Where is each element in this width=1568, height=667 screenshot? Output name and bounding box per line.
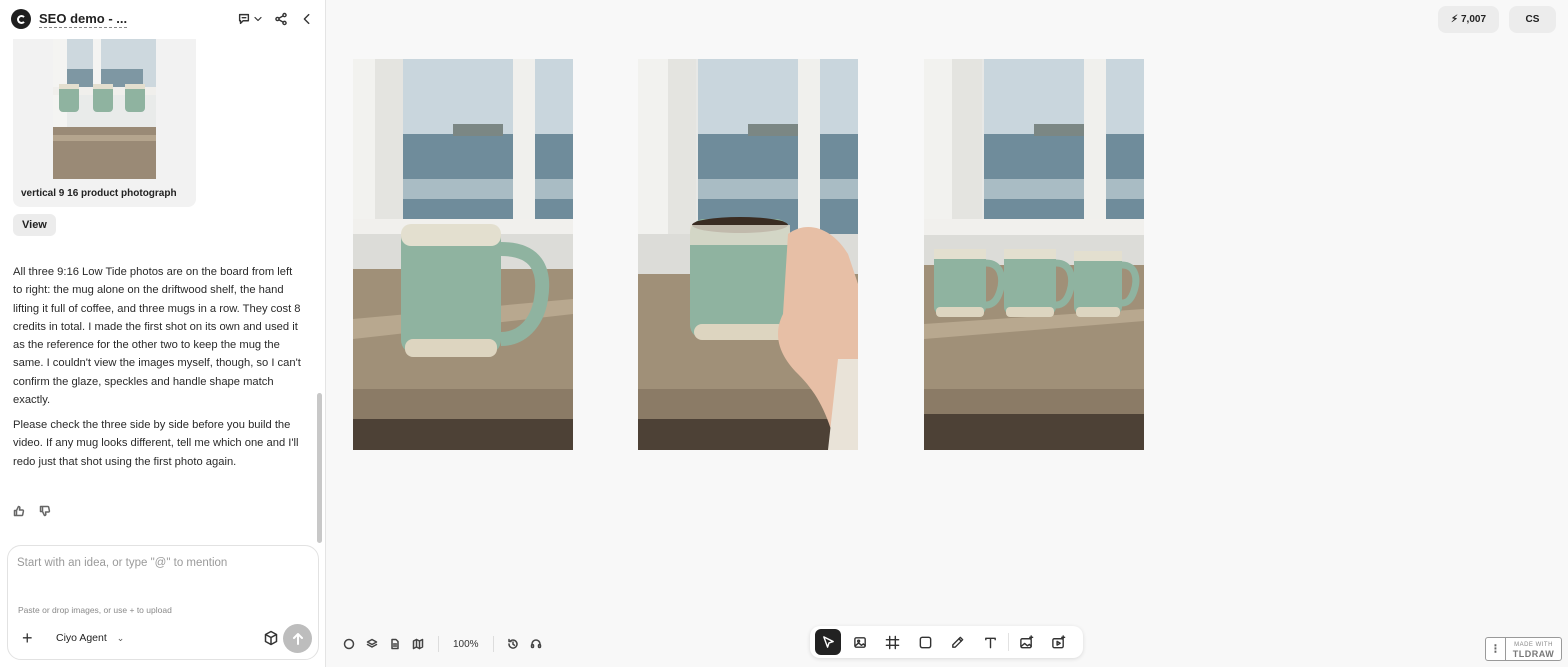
credits-count: 7,007 [1461,14,1487,25]
generate-video-tool[interactable] [1046,629,1072,655]
rectangle-tool[interactable] [912,629,938,655]
frame-tool[interactable] [880,629,906,655]
cube-icon [264,630,278,646]
history-icon [507,638,518,649]
view-button[interactable]: View [13,214,56,236]
frame-icon [886,635,900,649]
cursor-icon [822,635,834,648]
chevron-down-icon [254,16,262,22]
user-avatar[interactable]: CS [1509,6,1556,33]
text-tool[interactable] [977,629,1003,655]
chevron-left-icon [303,13,310,25]
headset-icon [530,639,541,649]
upload-hint: Paste or drop images, or use + to upload [18,605,172,615]
sidebar-header: SEO demo - ... [0,0,325,39]
minimap-toggle[interactable] [338,633,360,655]
layers-button[interactable] [361,633,383,655]
image-result-card[interactable]: vertical 9 16 product photograph [13,39,196,207]
canvas-photo-three-mugs[interactable] [924,59,1144,450]
watermark-line2: TLDRAW [1512,648,1555,659]
circle-icon [343,638,355,650]
watermark-line1: MADE WITH [1514,641,1553,648]
canvas-photo-single-mug[interactable] [353,59,573,450]
canvas-view-controls: 100% [338,633,548,655]
lightning-icon: ⚡︎ [1450,14,1458,25]
tldraw-logo-icon: ⁝ [1486,638,1506,660]
collapse-sidebar-button[interactable] [298,10,316,28]
select-tool[interactable] [815,629,842,655]
image-sparkle-icon [1020,634,1034,648]
layers-icon [366,638,378,648]
thumbs-up-icon [13,505,25,517]
thumbs-down-icon [39,505,51,517]
thumbs-down-button[interactable] [39,504,51,517]
text-icon [984,637,996,648]
user-initials: CS [1525,14,1540,25]
drawing-toolbar [810,626,1083,658]
chat-bubble-icon [238,13,250,25]
image-thumbnail[interactable] [53,39,156,179]
document-icon [391,638,399,650]
project-title[interactable]: SEO demo - ... [39,11,128,28]
arrow-up-icon [292,632,303,645]
support-button[interactable] [525,633,547,655]
history-button[interactable] [502,633,524,655]
divider [438,636,439,652]
agent-selector[interactable]: Ciyo Agent ⌄ [56,632,124,644]
thumbs-up-button[interactable] [13,504,25,517]
chat-scrollbar[interactable] [317,393,322,543]
document-button[interactable] [384,633,406,655]
assistant-message: Please check the three side by side befo… [13,419,299,468]
square-icon [919,636,932,648]
zoom-level[interactable]: 100% [447,639,485,650]
toolbar-divider [1008,633,1010,651]
share-icon [275,12,287,26]
image-caption: vertical 9 16 product photograph [21,188,177,199]
chat-thread[interactable]: vertical 9 16 product photograph View Al… [0,39,315,544]
send-button[interactable] [283,624,312,653]
model-settings-button[interactable] [263,630,279,646]
generate-image-tool[interactable] [1013,629,1039,655]
prompt-input[interactable] [17,554,307,572]
agent-label: Ciyo Agent [56,632,107,644]
share-button[interactable] [272,10,290,28]
app-logo[interactable] [11,9,31,29]
credits-button[interactable]: ⚡︎ 7,007 [1438,6,1499,33]
canvas-photo-hand-mug[interactable] [638,59,858,450]
pencil-icon [952,636,964,648]
chevron-down-icon: ⌄ [116,633,125,643]
video-sparkle-icon [1052,634,1066,648]
map-icon [412,638,424,650]
assistant-message: All three 9:16 Low Tide photos are on th… [13,266,301,407]
chat-history-button[interactable] [235,10,253,28]
chat-sidebar: SEO demo - ... vertical 9 16 product pho… [0,0,326,667]
tldraw-watermark[interactable]: ⁝ MADE WITH TLDRAW [1485,637,1562,661]
chat-history-dropdown[interactable] [252,10,264,28]
add-attachment-button[interactable]: + [22,629,33,647]
image-add-icon [854,636,866,648]
image-tool[interactable] [847,629,873,655]
map-button[interactable] [407,633,429,655]
pencil-tool[interactable] [945,629,971,655]
divider [492,636,494,652]
prompt-composer: Paste or drop images, or use + to upload… [7,545,319,660]
